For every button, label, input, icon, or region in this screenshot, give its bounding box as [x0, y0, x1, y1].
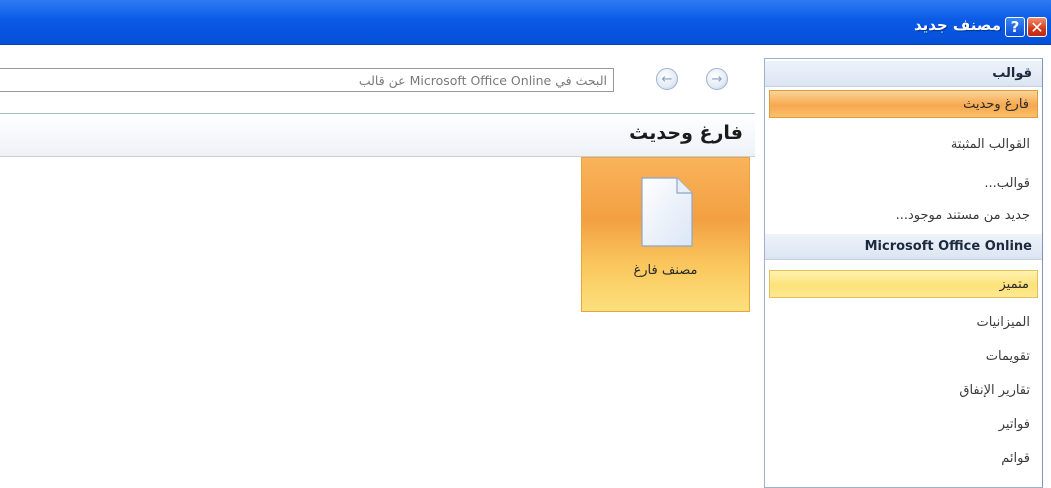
sidebar-header-templates: قوالب [765, 61, 1042, 87]
section-header: فارغ وحديث [0, 113, 755, 157]
sidebar-item-featured[interactable]: متميز [769, 270, 1038, 298]
template-search-input[interactable]: البحث في Microsoft Office Online عن قالب [0, 68, 614, 92]
sidebar-item-new-from-existing[interactable]: جديد من مستند موجود... [769, 202, 1038, 230]
section-title: فارغ وحديث [629, 122, 743, 144]
sidebar-item-lists[interactable]: قوائم [769, 445, 1038, 473]
forward-button[interactable]: → [706, 68, 728, 90]
sidebar-item-installed-templates[interactable]: القوالب المثبتة [769, 131, 1038, 159]
template-tile-blank-workbook[interactable]: مصنف فارغ [581, 157, 750, 312]
sidebar-item-expense-reports[interactable]: تقارير الإنفاق [769, 377, 1038, 405]
close-button[interactable]: ✕ [1027, 17, 1047, 37]
sidebar-item-my-templates[interactable]: قوالب... [769, 170, 1038, 198]
back-arrow-icon: ← [661, 71, 673, 87]
help-icon: ? [1010, 18, 1020, 36]
sidebar-item-budgets[interactable]: الميزانيات [769, 309, 1038, 337]
title-bar: ✕ ? مصنف جديد [0, 0, 1051, 45]
back-button[interactable]: ← [656, 68, 678, 90]
tile-label: مصنف فارغ [633, 263, 698, 278]
blank-document-icon [641, 177, 693, 247]
sidebar-item-invoices[interactable]: فواتير [769, 411, 1038, 439]
window-title: مصنف جديد [913, 16, 1001, 34]
close-icon: ✕ [1030, 17, 1044, 37]
sidebar-item-blank-recent[interactable]: فارغ وحديث [769, 90, 1038, 118]
forward-arrow-icon: → [711, 71, 723, 87]
sidebar-item-calendars[interactable]: تقويمات [769, 343, 1038, 371]
template-sidebar: قوالب فارغ وحديث القوالب المثبتة قوالب..… [764, 58, 1043, 488]
help-button[interactable]: ? [1005, 17, 1025, 37]
sidebar-header-office-online: Microsoft Office Online [765, 234, 1042, 260]
